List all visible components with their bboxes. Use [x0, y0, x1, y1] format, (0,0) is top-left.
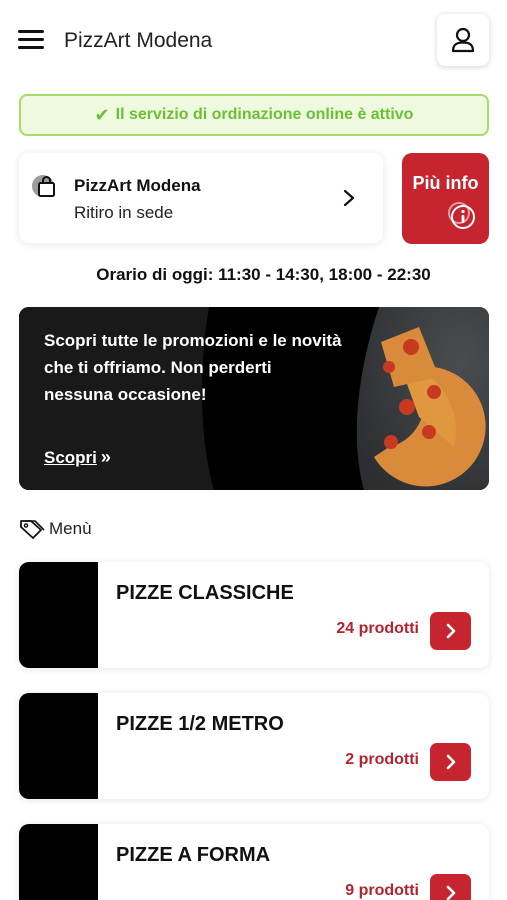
chevron-right-icon [343, 189, 355, 207]
category-name: PIZZE 1/2 METRO [116, 713, 284, 735]
category-open-button[interactable] [430, 612, 471, 650]
promo-banner[interactable]: Scopri tutte le promozioni e le novità c… [19, 307, 489, 490]
promo-link-label: Scopri [44, 448, 97, 467]
category-open-button[interactable] [430, 874, 471, 900]
check-icon: ✔ [94, 104, 110, 125]
info-icon [448, 202, 475, 229]
user-icon [451, 27, 475, 53]
menu-label: Menù [49, 519, 92, 538]
hamburger-icon[interactable] [18, 28, 44, 52]
category-name: PIZZE A FORMA [116, 844, 271, 866]
category-product-count: 2 prodotti [345, 751, 419, 768]
chevron-right-icon [446, 623, 455, 639]
chevron-right-icon [446, 754, 455, 770]
promo-text: Scopri tutte le promozioni e le novità c… [44, 331, 342, 404]
store-service-mode: Ritiro in sede [74, 203, 174, 222]
category-thumbnail [19, 693, 98, 799]
more-info-button[interactable]: Più info [402, 153, 489, 244]
category-thumbnail [19, 562, 98, 668]
chevron-right-icon [446, 885, 455, 900]
status-text: Il servizio di ordinazione online è atti… [115, 106, 414, 123]
category-open-button[interactable] [430, 743, 471, 781]
category-name: PIZZE CLASSICHE [116, 582, 294, 604]
category-product-count: 24 prodotti [336, 620, 419, 637]
store-name: PizzArt Modena [74, 176, 201, 195]
category-thumbnail [19, 824, 98, 900]
app-title: PizzArt Modena [64, 29, 213, 52]
user-account-button[interactable] [437, 14, 489, 66]
opening-hours: Orario di oggi: 11:30 - 14:30, 18:00 - 2… [96, 265, 431, 284]
top-bar: PizzArt Modena [0, 0, 507, 84]
category-card[interactable]: PIZZE A FORMA 9 prodotti [19, 824, 489, 900]
category-card[interactable]: PIZZE 1/2 METRO 2 prodotti [19, 693, 489, 799]
more-info-label: Più info [412, 173, 479, 193]
store-selector-card[interactable]: PizzArt Modena Ritiro in sede [19, 153, 383, 243]
shopping-bag-icon [32, 175, 55, 197]
menu-section-header: Menù [19, 517, 92, 541]
category-card[interactable]: PIZZE CLASSICHE 24 prodotti [19, 562, 489, 668]
promo-discover-link[interactable]: Scopri» [44, 447, 111, 468]
double-chevron-right-icon: » [100, 447, 111, 467]
online-service-status-banner: ✔ Il servizio di ordinazione online è at… [19, 94, 489, 136]
category-product-count: 9 prodotti [345, 882, 419, 899]
tag-icon [20, 520, 45, 539]
